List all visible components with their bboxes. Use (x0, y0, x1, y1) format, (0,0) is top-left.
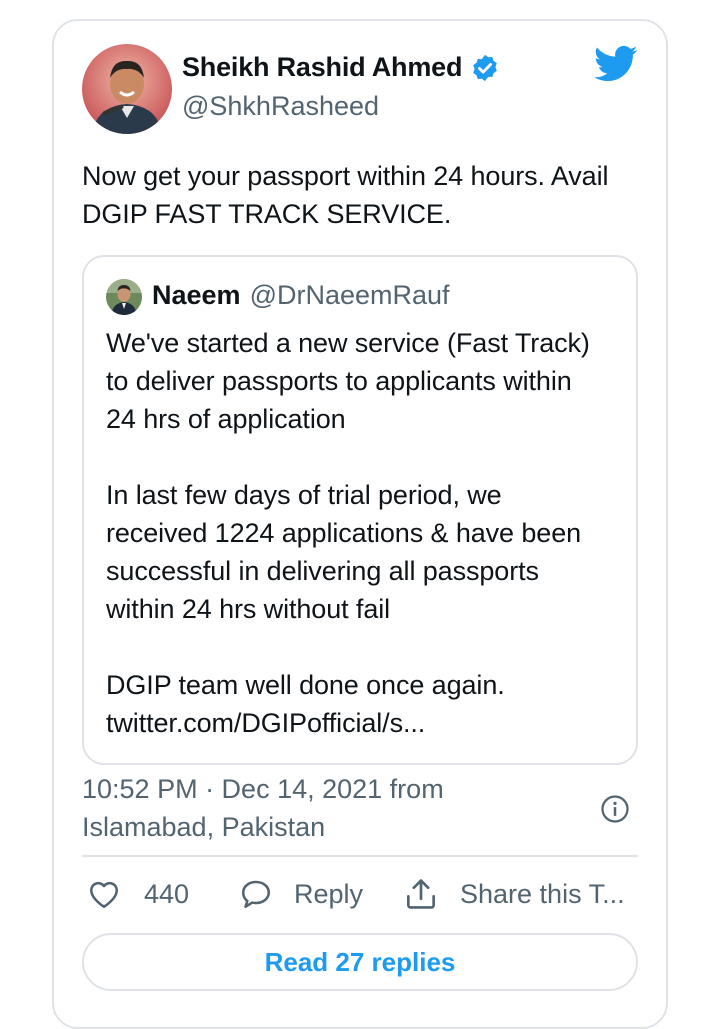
verified-badge-icon (473, 54, 498, 81)
tweet-timestamp-location[interactable]: 10:52 PM · Dec 14, 2021 from Islamabad, … (82, 770, 522, 846)
tweet-text: Now get your passport within 24 hours. A… (82, 161, 609, 229)
author-handle[interactable]: @ShkhRasheed (182, 91, 379, 122)
speech-bubble-icon (241, 880, 271, 909)
like-button[interactable]: 440 (86, 872, 189, 916)
tweet-actions: 440 Reply Share this T... (82, 872, 638, 916)
share-label: Share this T... (460, 878, 625, 909)
heart-icon (89, 881, 119, 909)
share-button[interactable]: Share this T... (402, 872, 625, 916)
read-replies-button[interactable]: Read 27 replies (82, 933, 638, 991)
reply-button[interactable]: Reply (238, 872, 363, 916)
author-name[interactable]: Sheikh Rashid Ahmed (182, 52, 462, 83)
author-name-row[interactable]: Sheikh Rashid Ahmed (182, 52, 500, 83)
reply-label: Reply (294, 878, 364, 909)
quoted-author-avatar[interactable] (106, 279, 142, 315)
author-avatar[interactable] (82, 44, 172, 134)
quoted-author-row[interactable]: Naeem @DrNaeemRauf (152, 280, 450, 311)
divider (82, 855, 638, 857)
quoted-tweet-text: We've started a new service (Fast Track)… (106, 328, 590, 738)
like-count: 440 (144, 878, 190, 909)
info-icon[interactable] (600, 794, 630, 824)
quoted-author-name: Naeem (152, 280, 241, 310)
share-upload-icon (406, 879, 436, 909)
quoted-author-handle: @DrNaeemRauf (249, 280, 450, 310)
twitter-bird-icon[interactable] (594, 44, 638, 84)
